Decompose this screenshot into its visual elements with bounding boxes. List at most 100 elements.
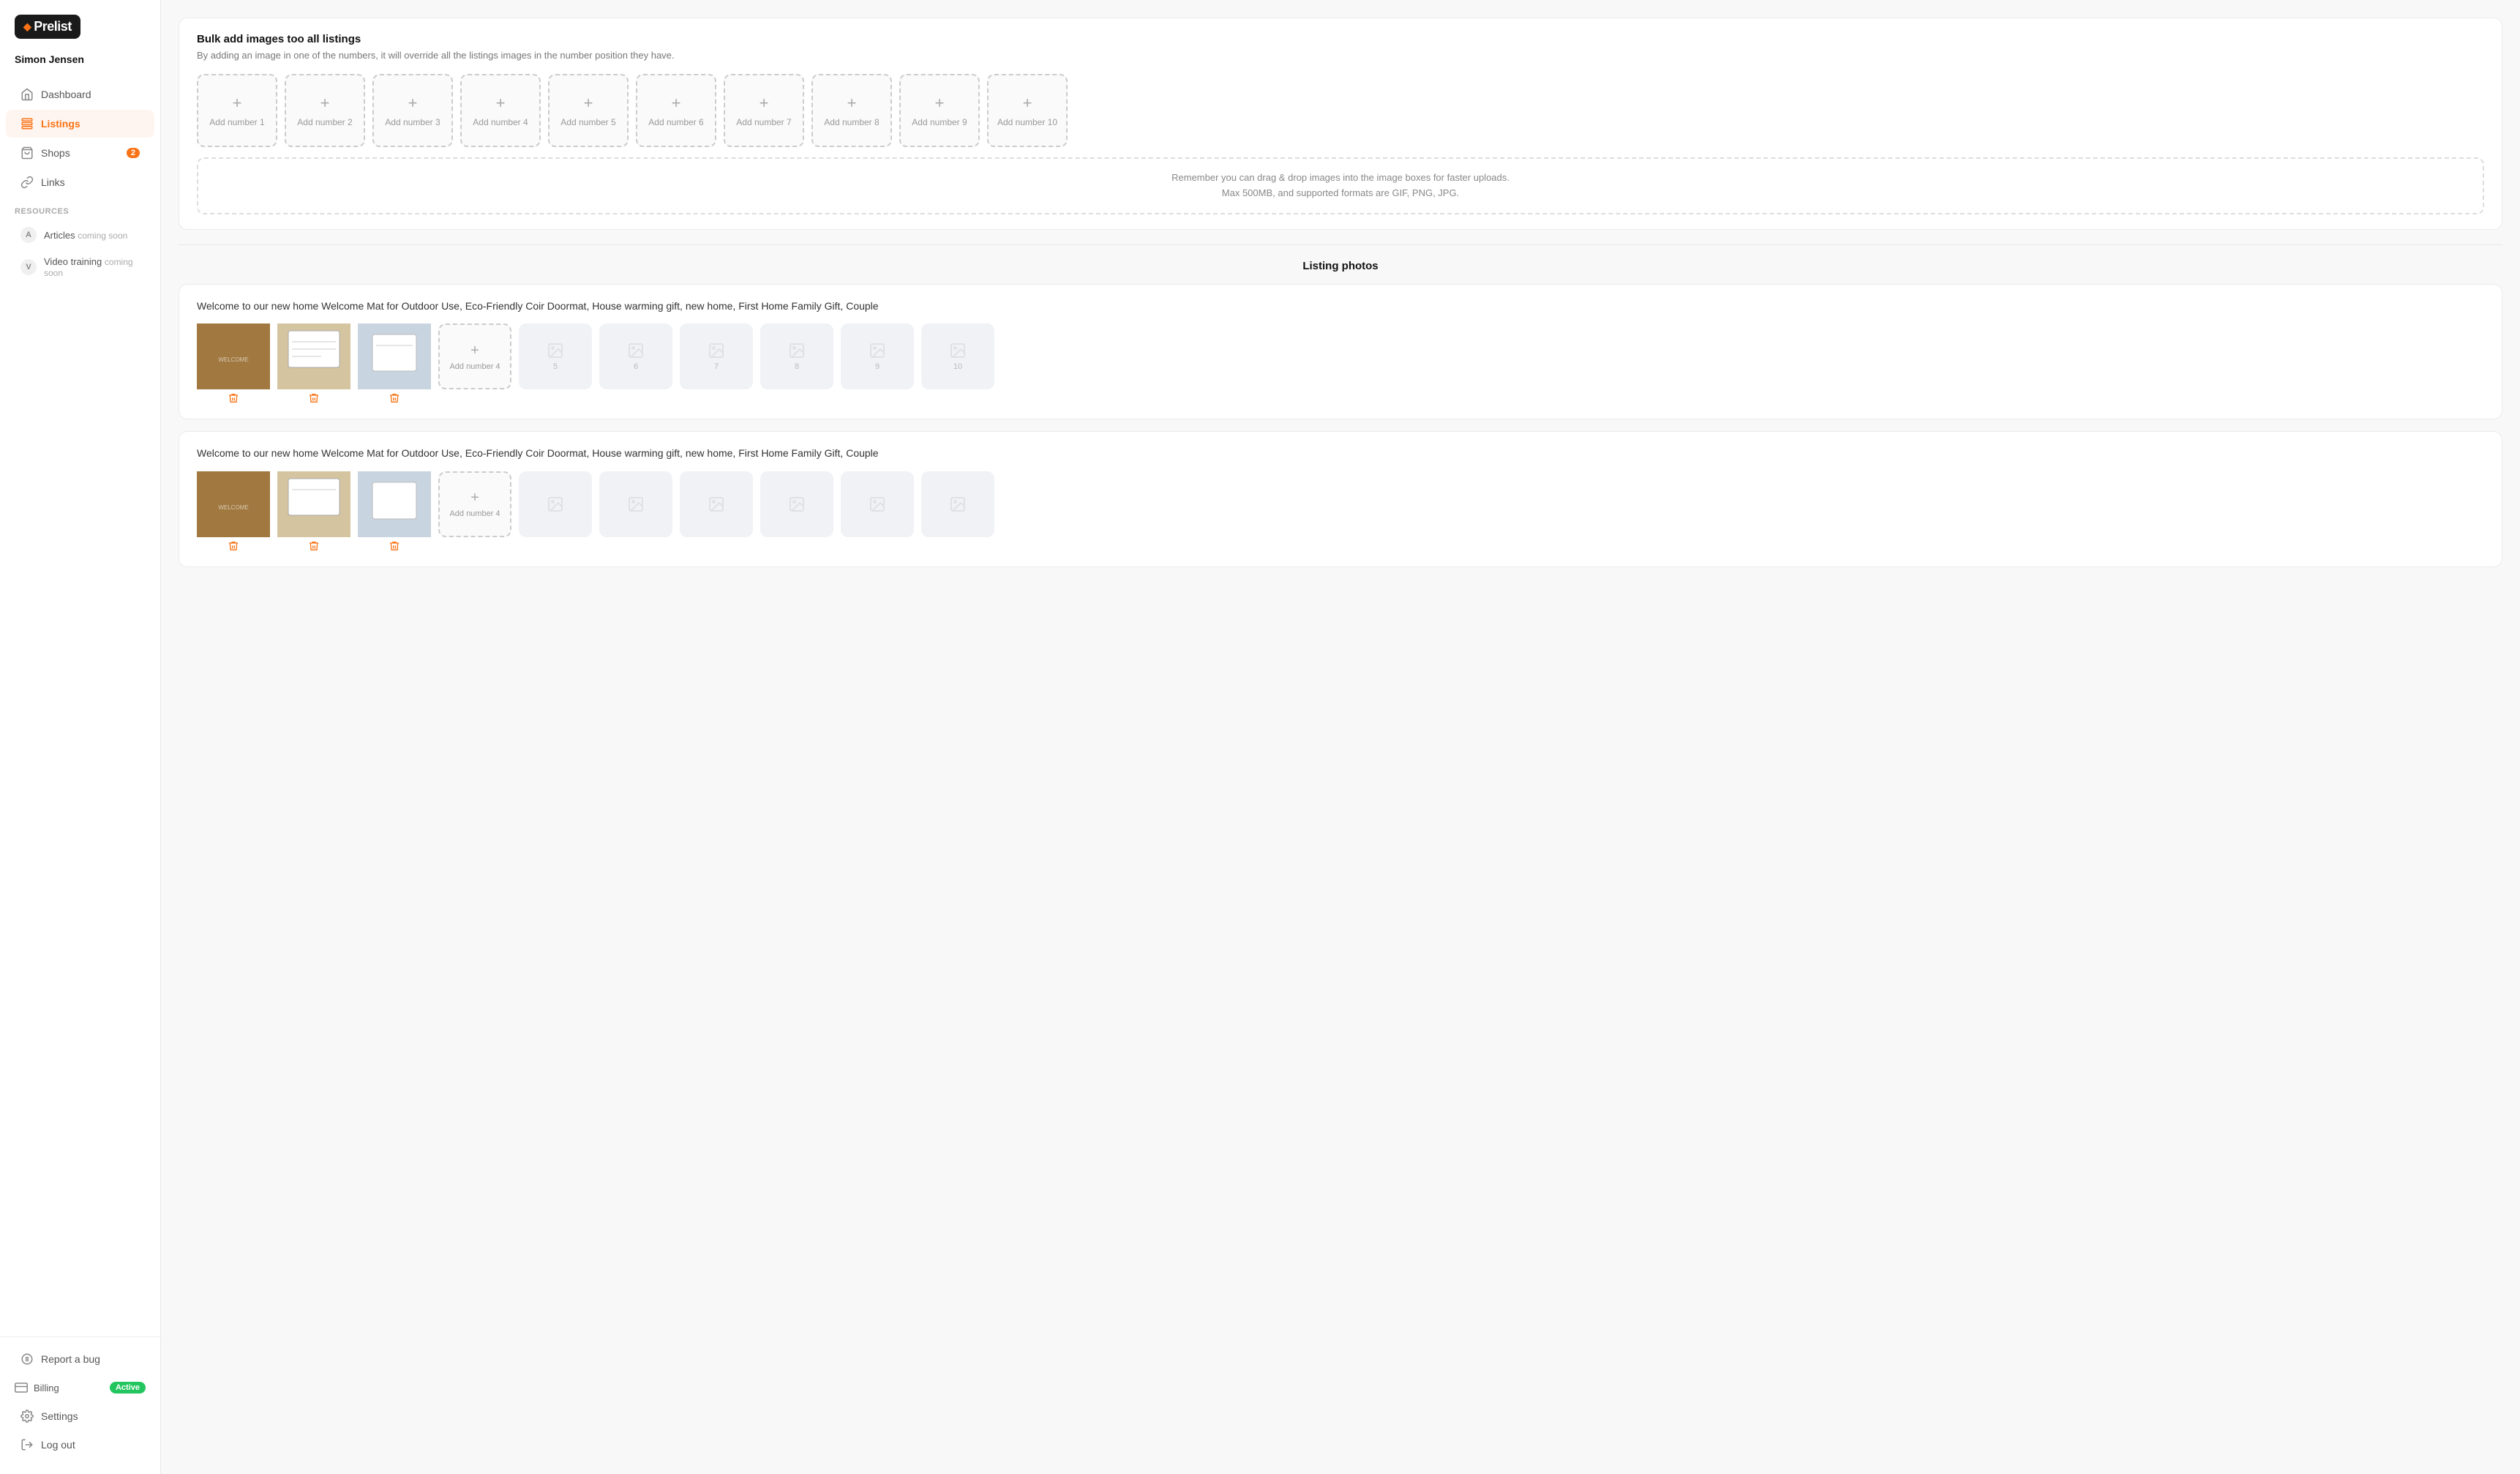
sidebar-item-logout[interactable]: Log out — [6, 1431, 154, 1459]
bulk-slot-label: Add number 10 — [997, 117, 1057, 127]
main-content: Bulk add images too all listings By addi… — [161, 0, 2520, 1474]
delete-photo-3-button[interactable] — [389, 392, 400, 404]
photos-row-2: WELCOME — [197, 471, 2484, 552]
listing2-empty-slot-8 — [760, 471, 833, 537]
empty-slot-6: 6 — [599, 323, 672, 389]
card-icon — [15, 1381, 28, 1394]
bulk-slot-10[interactable]: + Add number 10 — [987, 74, 1068, 147]
bulk-slot-6[interactable]: + Add number 6 — [636, 74, 716, 147]
resources-label: Resources — [0, 197, 160, 220]
plus-icon: + — [1023, 94, 1032, 113]
photo-thumb-1: WELCOME — [197, 323, 270, 404]
photos-row: WELCOME — [197, 323, 2484, 404]
sidebar-item-links[interactable]: Links — [6, 168, 154, 196]
listing-title: Welcome to our new home Welcome Mat for … — [197, 299, 2484, 314]
plus-icon: + — [496, 94, 506, 113]
bulk-slot-2[interactable]: + Add number 2 — [285, 74, 365, 147]
bulk-slot-9[interactable]: +Add number 9 — [899, 74, 980, 147]
bulk-slot-1[interactable]: +Add number 1 — [197, 74, 277, 147]
plus-icon: + — [408, 94, 418, 113]
svg-text:WELCOME: WELCOME — [218, 356, 248, 363]
logo: ◆ Prelist — [15, 15, 80, 39]
listing2-empty-slot-10 — [921, 471, 994, 537]
plus-icon: + — [847, 94, 857, 113]
sidebar-item-dashboard[interactable]: Dashboard — [6, 81, 154, 108]
bulk-slot-7[interactable]: +Add number 7 — [724, 74, 804, 147]
bulk-slot-label: Add number 8 — [824, 117, 879, 127]
sidebar-item-video-training[interactable]: V Video training coming soon — [6, 250, 154, 284]
delete-photo-2-button[interactable] — [308, 392, 320, 404]
bulk-add-section: Bulk add images too all listings By addi… — [179, 18, 2502, 230]
bug-icon — [20, 1353, 34, 1366]
gear-icon — [20, 1410, 34, 1423]
plus-icon: + — [672, 94, 681, 113]
bulk-slot-label: Add number 5 — [560, 117, 615, 127]
add-box-slot-2-4[interactable]: + Add number 4 — [438, 471, 511, 537]
sidebar-item-billing[interactable]: Billing Active — [0, 1374, 160, 1402]
add-photo-2-4[interactable]: + Add number 4 — [438, 471, 511, 537]
bulk-add-subtitle: By adding an image in one of the numbers… — [197, 50, 2484, 61]
photo-thumb-2-1: WELCOME — [197, 471, 270, 552]
add-box-slot-4[interactable]: + Add number 4 — [438, 323, 511, 389]
settings-label: Settings — [41, 1410, 78, 1422]
link-icon — [20, 176, 34, 189]
plus-icon: + — [320, 94, 330, 113]
empty-slot-10: 10 — [921, 323, 994, 389]
bulk-slot-label: Add number 7 — [736, 117, 791, 127]
bulk-slot-label: Add number 3 — [385, 117, 440, 127]
logo-text: Prelist — [34, 19, 72, 34]
bulk-slot-4[interactable]: + Add number 4 — [460, 74, 541, 147]
empty-slot-9: 9 — [841, 323, 914, 389]
bulk-slot-8[interactable]: + Add number 8 — [811, 74, 892, 147]
listing-card: Welcome to our new home Welcome Mat for … — [179, 284, 2502, 420]
empty-slot-5: 5 — [519, 323, 592, 389]
bag-icon — [20, 146, 34, 160]
delete-listing2-photo-1-button[interactable] — [228, 540, 239, 552]
sidebar-item-label: Shops — [41, 147, 70, 159]
plus-icon: + — [935, 94, 945, 113]
sidebar-item-listings[interactable]: Listings — [6, 110, 154, 138]
bulk-slot-3[interactable]: + Add number 3 — [372, 74, 453, 147]
listing2-empty-slot-6 — [599, 471, 672, 537]
bulk-grid: +Add number 1 +Add number 2 +Add number … — [197, 74, 2484, 147]
user-name: Simon Jensen — [0, 53, 160, 80]
drag-drop-line1: Remember you can drag & drop images into… — [210, 171, 2471, 186]
listing2-image-3 — [358, 471, 431, 537]
delete-listing2-photo-3-button[interactable] — [389, 540, 400, 552]
bulk-slot-label: Add number 2 — [297, 117, 352, 127]
shops-badge: 2 — [127, 148, 140, 158]
bulk-add-title: Bulk add images too all listings — [197, 33, 2484, 45]
plus-icon: + — [470, 490, 479, 506]
sidebar-item-report-bug[interactable]: Report a bug — [6, 1345, 154, 1373]
photo-thumb-2-2 — [277, 471, 350, 552]
plus-icon: + — [584, 94, 593, 113]
articles-label: Articles coming soon — [44, 230, 127, 241]
listing-photos-heading: Listing photos — [179, 260, 2502, 272]
sidebar-item-articles[interactable]: A Articles coming soon — [6, 221, 154, 249]
drag-drop-notice: Remember you can drag & drop images into… — [197, 157, 2484, 214]
logo-diamond-icon: ◆ — [23, 20, 31, 33]
sidebar: ◆ Prelist Simon Jensen Dashboard Listing… — [0, 0, 161, 1474]
logout-label: Log out — [41, 1439, 75, 1451]
logo-area: ◆ Prelist — [0, 15, 160, 53]
sidebar-item-label: Dashboard — [41, 89, 91, 100]
delete-listing2-photo-2-button[interactable] — [308, 540, 320, 552]
listing2-empty-slot-5 — [519, 471, 592, 537]
listing2-empty-slot-7 — [680, 471, 753, 537]
bulk-slot-label: Add number 4 — [473, 117, 528, 127]
listing-title-2: Welcome to our new home Welcome Mat for … — [197, 446, 2484, 461]
sidebar-item-settings[interactable]: Settings — [6, 1402, 154, 1430]
listing-image-3 — [358, 323, 431, 389]
sidebar-bottom: Report a bug Billing Active Settings Log… — [0, 1336, 160, 1459]
bulk-slot-label: Add number 6 — [648, 117, 703, 127]
articles-letter-icon: A — [20, 227, 37, 243]
add-photo-4[interactable]: + Add number 4 — [438, 323, 511, 389]
delete-photo-1-button[interactable] — [228, 392, 239, 404]
bulk-slot-5[interactable]: + Add number 5 — [548, 74, 629, 147]
listing2-empty-slot-9 — [841, 471, 914, 537]
listing-image-2 — [277, 323, 350, 389]
sidebar-item-label: Links — [41, 176, 65, 188]
svg-text:WELCOME: WELCOME — [218, 504, 248, 511]
sidebar-item-shops[interactable]: Shops 2 — [6, 139, 154, 167]
empty-slot-8: 8 — [760, 323, 833, 389]
